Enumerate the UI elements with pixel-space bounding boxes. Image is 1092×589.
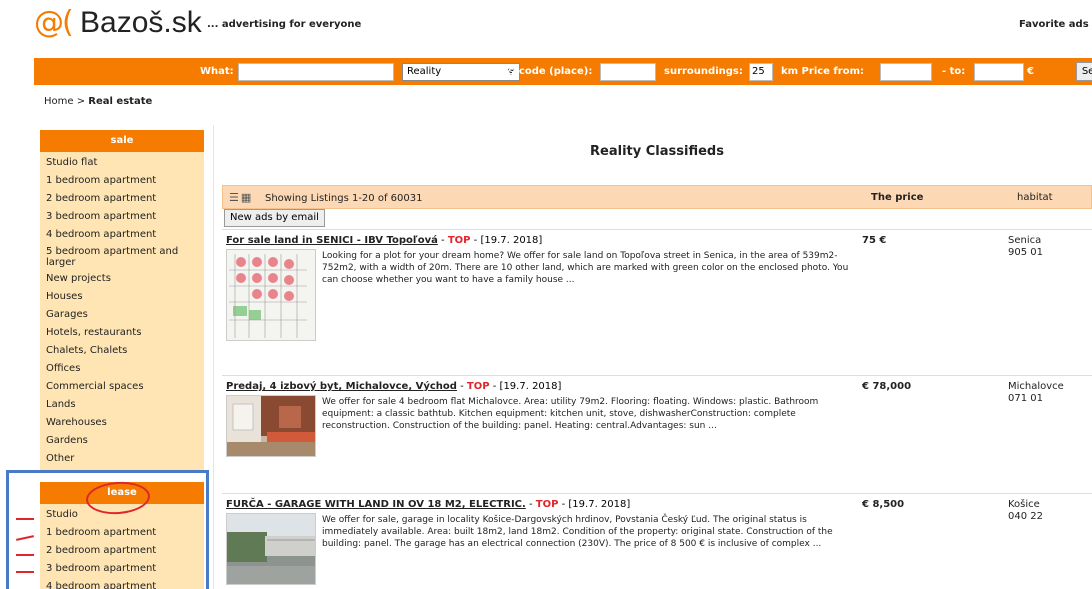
favorite-ads-link[interactable]: Favorite ads [1019,19,1089,30]
postcode-label: Postcode (place): [494,66,593,77]
price-from-label: km Price from: [781,66,865,77]
price-from-input[interactable] [880,63,932,81]
surroundings-input[interactable]: 25 [749,63,773,81]
sidebar-item-2-bedroom[interactable]: 2 bedroom apartment [40,190,204,208]
new-ads-by-email-button[interactable]: New ads by email [224,209,325,227]
sidebar-item-4-bedroom[interactable]: 4 bedroom apartment [40,226,204,244]
listing-description: We offer for sale 4 bedroom flat Michalo… [322,397,819,431]
listing-city: Michalovce [1008,381,1064,392]
sidebar-item-lands[interactable]: Lands [40,396,204,414]
sidebar-item-3-bedroom[interactable]: 3 bedroom apartment [40,208,204,226]
listing-price: € 78,000 [862,381,912,392]
listing-date: [19.7. 2018] [568,499,631,510]
listing-thumbnail[interactable] [226,249,316,341]
breadcrumb: Home > Real estate [44,96,152,107]
sidebar-divider [213,125,214,589]
listing-description: Looking for a plot for your dream home? … [322,251,849,285]
listing-title-link[interactable]: Predaj, 4 izbový byt, Michalovce, Východ [226,381,457,392]
annotation-dash [16,554,34,556]
site-tagline: ... advertising for everyone [207,19,362,30]
sale-header[interactable]: sale [40,130,204,152]
listing-zip: 071 01 [1008,393,1043,404]
listing-date: [19.7. 2018] [480,235,543,246]
annotation-dash [16,518,34,520]
sidebar-item-garages[interactable]: Garages [40,306,204,324]
listing-count: Showing Listings 1-20 of 60031 [265,193,423,204]
listing-thumbnail[interactable] [226,395,316,457]
sidebar-item-5-bedroom[interactable]: 5 bedroom apartment and larger [40,244,204,270]
listing-date: [19.7. 2018] [499,381,562,392]
breadcrumb-separator: > [76,96,86,107]
listing-price: € 8,500 [862,499,905,510]
view-toggle-icons[interactable]: ☰▦ [229,191,253,204]
top-badge: TOP [535,499,559,510]
listing-city: Senica [1008,235,1042,246]
logo-icon[interactable]: @( [34,5,74,40]
price-to-label: - to: [942,66,966,77]
listing-price: 75 € [862,235,887,246]
listing-header: ☰▦ Showing Listings 1-20 of 60031 The pr… [222,185,1092,209]
breadcrumb-home[interactable]: Home [44,96,74,107]
garage-photo-image [227,514,315,584]
sidebar-item-studio-flat[interactable]: Studio flat [40,154,204,172]
listing-city: Košice [1008,499,1040,510]
listing-item: Predaj, 4 izbový byt, Michalovce, Východ… [222,375,1092,493]
sidebar-item-chalets[interactable]: Chalets, Chalets [40,342,204,360]
listing-description: We offer for sale, garage in locality Ko… [322,515,833,549]
sidebar-item-warehouses[interactable]: Warehouses [40,414,204,432]
listing-location: Košice 040 22 [1008,499,1043,523]
listing-item: FURČA - GARAGE WITH LAND IN OV 18 M2, EL… [222,493,1092,589]
sidebar-item-other[interactable]: Other [40,450,204,468]
listing-location: Senica 905 01 [1008,235,1043,259]
postcode-input[interactable] [600,63,656,81]
main-content: Reality Classifieds ☰▦ Showing Listings … [222,120,1092,589]
price-to-input[interactable] [974,63,1024,81]
category-select-value: Reality [407,66,442,77]
breadcrumb-current: Real estate [88,96,153,107]
sidebar-item-gardens[interactable]: Gardens [40,432,204,450]
page-title: Reality Classifieds [590,144,724,159]
sidebar-item-commercial[interactable]: Commercial spaces [40,378,204,396]
listing-item: For sale land in SENICI - IBV Topoľová -… [222,229,1092,375]
listing-title-link[interactable]: For sale land in SENICI - IBV Topoľová [226,235,438,246]
sale-category-list: Studio flat 1 bedroom apartment 2 bedroo… [40,152,204,472]
surroundings-label: surroundings: [664,66,743,77]
listing-zip: 905 01 [1008,247,1043,258]
sidebar-item-1-bedroom[interactable]: 1 bedroom apartment [40,172,204,190]
sidebar-item-offices[interactable]: Offices [40,360,204,378]
what-label: What: [200,66,234,77]
sidebar-item-new-projects[interactable]: New projects [40,270,204,288]
listing-zip: 040 22 [1008,511,1043,522]
top-badge: TOP [466,381,490,392]
top-badge: TOP [447,235,471,246]
what-input[interactable] [238,63,394,81]
listing-thumbnail[interactable] [226,513,316,585]
listing-location: Michalovce 071 01 [1008,381,1064,405]
sidebar-item-houses[interactable]: Houses [40,288,204,306]
listing-title-link[interactable]: FURČA - GARAGE WITH LAND IN OV 18 M2, EL… [226,499,526,510]
listing-title-row: For sale land in SENICI - IBV Topoľová -… [226,235,543,246]
site-header: @( Bazoš.sk ... advertising for everyone… [0,0,1092,56]
site-logo[interactable]: Bazoš.sk [80,6,202,40]
currency-label: € [1027,66,1034,77]
land-plot-map-image [227,250,315,340]
sidebar-item-hotels[interactable]: Hotels, restaurants [40,324,204,342]
habitat-column-header[interactable]: habitat [1017,192,1053,203]
search-button[interactable]: Search [1076,62,1092,81]
listing-title-row: Predaj, 4 izbový byt, Michalovce, Východ… [226,381,562,392]
annotation-dash [16,571,34,573]
search-bar: What: Reality ▼ Postcode (place): surrou… [34,58,1092,85]
listing-title-row: FURČA - GARAGE WITH LAND IN OV 18 M2, EL… [226,499,631,510]
apartment-photo-image [227,396,315,456]
price-column-header[interactable]: The price [871,192,923,203]
